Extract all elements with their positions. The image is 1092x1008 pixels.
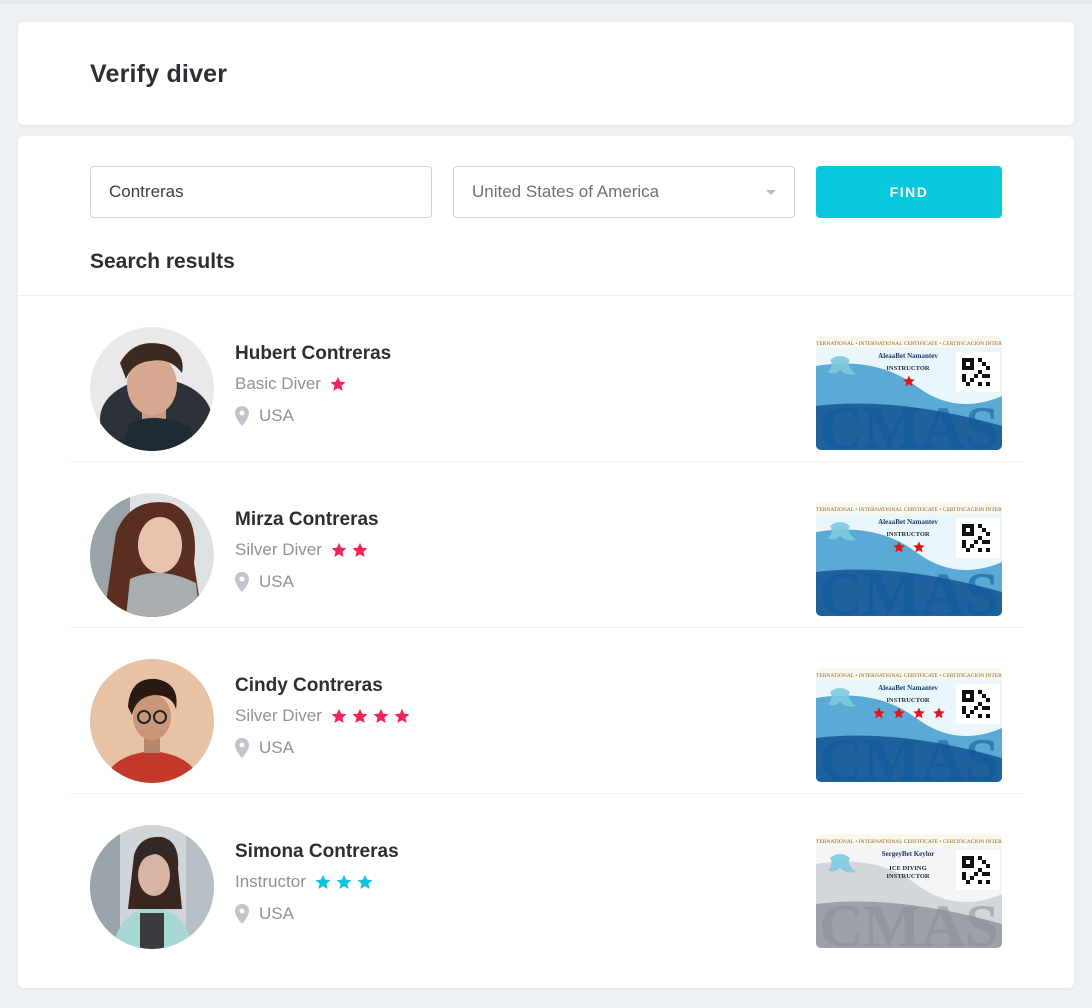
certificate-card-image[interactable]: BREVET INTERNATIONAL • INTERNATIONAL CER…: [816, 336, 1002, 450]
svg-text:AleaaBet Namantev: AleaaBet Namantev: [878, 352, 938, 360]
star-icon: [373, 708, 389, 723]
diver-name[interactable]: Mirza Contreras: [235, 509, 379, 531]
level-label: Instructor: [235, 872, 306, 891]
star-icon: [331, 708, 347, 723]
diver-location: USA: [235, 406, 294, 426]
avatar[interactable]: [90, 825, 214, 949]
diver-location: USA: [235, 904, 294, 924]
diver-location: USA: [235, 572, 294, 592]
certificate-card-image[interactable]: BREVET INTERNATIONAL • INTERNATIONAL CER…: [816, 502, 1002, 616]
country-label: USA: [259, 572, 294, 591]
country-label: USA: [259, 406, 294, 425]
card-header-text: BREVET INTERNATIONAL • INTERNATIONAL CER…: [816, 341, 1002, 347]
card-header-text: BREVET INTERNATIONAL • INTERNATIONAL CER…: [816, 673, 1002, 679]
card-header-text: BREVET INTERNATIONAL • INTERNATIONAL CER…: [816, 507, 1002, 513]
svg-text:AleaaBet Namantev: AleaaBet Namantev: [878, 518, 938, 526]
certificate-card-image[interactable]: BREVET INTERNATIONAL • INTERNATIONAL CER…: [816, 668, 1002, 782]
search-card: Contreras United States of America FIND …: [18, 136, 1074, 988]
svg-text:INSTRUCTOR: INSTRUCTOR: [886, 697, 930, 704]
diver-name[interactable]: Simona Contreras: [235, 841, 399, 863]
map-pin-icon: [235, 572, 249, 592]
diver-level: Basic Diver: [235, 373, 350, 395]
svg-text:CMAS: CMAS: [819, 561, 999, 616]
diver-name[interactable]: Cindy Contreras: [235, 675, 383, 697]
map-pin-icon: [235, 406, 249, 426]
level-label: Silver Diver: [235, 540, 322, 559]
country-label: USA: [259, 904, 294, 923]
result-row[interactable]: Hubert Contreras Basic Diver USA BREVET …: [70, 296, 1024, 462]
map-pin-icon: [235, 738, 249, 758]
country-select[interactable]: United States of America: [453, 166, 795, 218]
star-icon: [394, 708, 410, 723]
diver-level: Instructor: [235, 871, 377, 893]
avatar[interactable]: [90, 327, 214, 451]
svg-text:CMAS: CMAS: [819, 727, 999, 782]
certificate-card-image[interactable]: BREVET INTERNATIONAL • INTERNATIONAL CER…: [816, 834, 1002, 948]
diver-level: Silver Diver: [235, 705, 414, 727]
svg-text:ICE DIVING: ICE DIVING: [889, 865, 926, 872]
svg-text:CMAS: CMAS: [819, 395, 999, 450]
star-icon: [315, 874, 331, 889]
star-icon: [352, 708, 368, 723]
result-row[interactable]: Mirza Contreras Silver Diver USA BREVET …: [70, 462, 1024, 628]
level-label: Silver Diver: [235, 706, 322, 725]
diver-location: USA: [235, 738, 294, 758]
diver-level: Silver Diver: [235, 539, 372, 561]
find-button[interactable]: FIND: [816, 166, 1002, 218]
avatar[interactable]: [90, 493, 214, 617]
avatar[interactable]: [90, 659, 214, 783]
country-select-value: United States of America: [472, 182, 660, 201]
result-row[interactable]: Simona Contreras Instructor USA BREVET I…: [70, 794, 1024, 960]
page-title: Verify diver: [90, 60, 228, 88]
top-edge: [0, 0, 1092, 4]
svg-text:CMAS: CMAS: [819, 893, 999, 948]
country-label: USA: [259, 738, 294, 757]
svg-text:INSTRUCTOR: INSTRUCTOR: [886, 873, 930, 880]
level-label: Basic Diver: [235, 374, 321, 393]
header-card: Verify diver: [18, 22, 1074, 125]
result-row[interactable]: Cindy Contreras Silver Diver USA BREVET …: [70, 628, 1024, 794]
diver-name[interactable]: Hubert Contreras: [235, 343, 391, 365]
star-icon: [331, 542, 347, 557]
map-pin-icon: [235, 904, 249, 924]
search-results-title: Search results: [90, 250, 235, 273]
chevron-down-icon: [766, 190, 776, 195]
svg-text:SergeyBet Keylor: SergeyBet Keylor: [882, 850, 935, 858]
star-icon: [330, 376, 346, 391]
name-search-input[interactable]: Contreras: [90, 166, 432, 218]
star-icon: [357, 874, 373, 889]
star-icon: [336, 874, 352, 889]
card-header-text: BREVET INTERNATIONAL • INTERNATIONAL CER…: [816, 839, 1002, 845]
svg-text:AleaaBet Namantev: AleaaBet Namantev: [878, 684, 938, 692]
star-icon: [352, 542, 368, 557]
svg-text:INSTRUCTOR: INSTRUCTOR: [886, 531, 930, 538]
svg-text:INSTRUCTOR: INSTRUCTOR: [886, 365, 930, 372]
